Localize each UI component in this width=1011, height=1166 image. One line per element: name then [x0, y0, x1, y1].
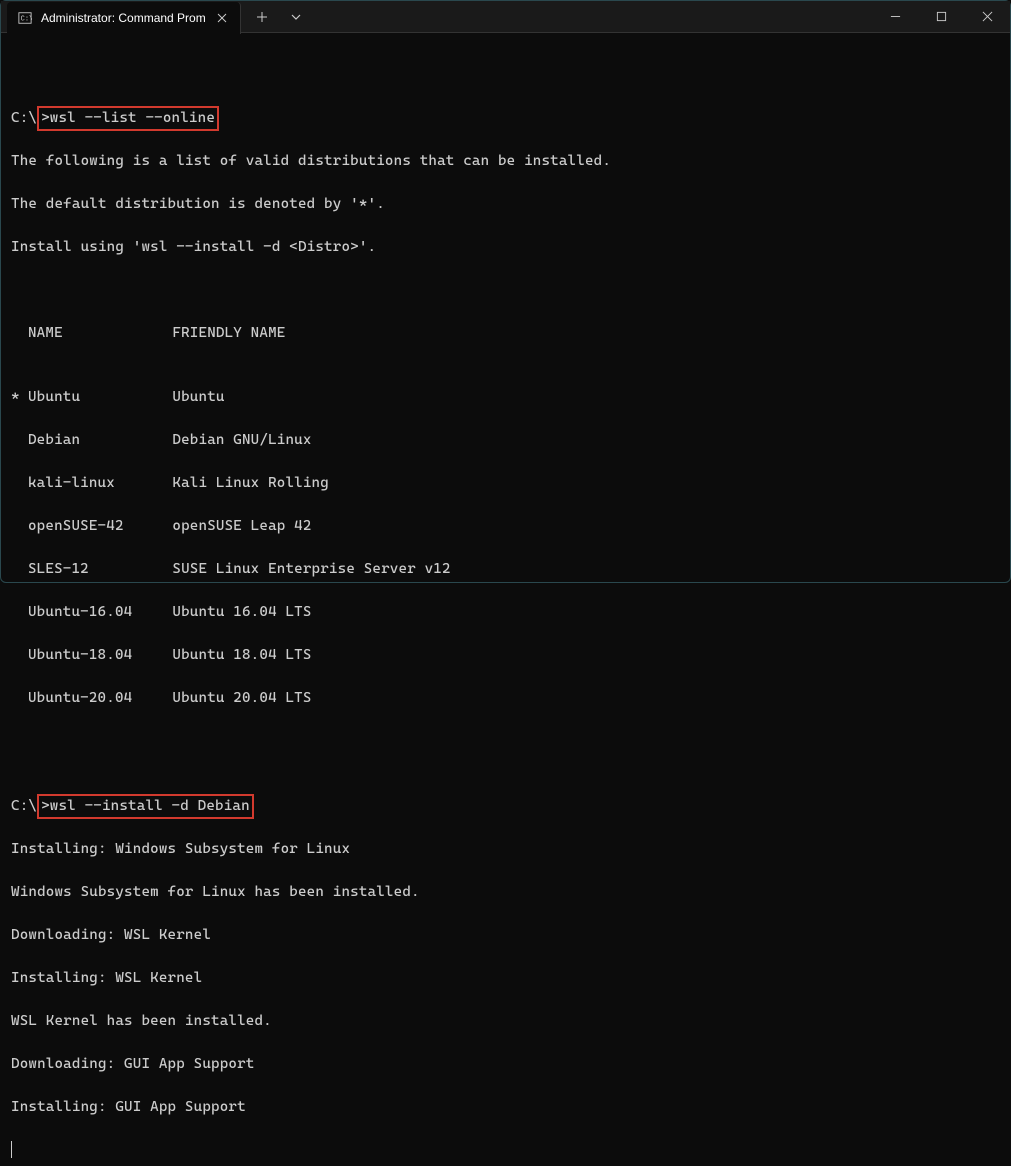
- output-line: [11, 753, 1000, 775]
- table-row: Ubuntu-20.04Ubuntu 20.04 LTS: [11, 688, 1000, 710]
- output-line: WSL Kernel has been installed.: [11, 1011, 1000, 1033]
- output-line: Installing: GUI App Support: [11, 1097, 1000, 1119]
- prompt-prefix: C:\: [11, 798, 37, 814]
- output-line: The following is a list of valid distrib…: [11, 151, 1000, 173]
- output-line: Install using 'wsl --install -d <Distro>…: [11, 237, 1000, 259]
- distro-table: * UbuntuUbuntu DebianDebian GNU/Linux ka…: [11, 366, 1000, 732]
- output-line: Downloading: WSL Kernel: [11, 925, 1000, 947]
- prompt-line: C:\>wsl --install -d Debian: [11, 796, 1000, 818]
- highlight-box: >wsl --install -d Debian: [37, 794, 254, 820]
- tab-cmd[interactable]: C:\ Administrator: Command Prom: [7, 2, 241, 34]
- output-line: Downloading: GUI App Support: [11, 1054, 1000, 1076]
- highlight-box: >wsl --list --online: [37, 106, 219, 132]
- terminal-content[interactable]: C:\>wsl --list --online The following is…: [1, 33, 1010, 1166]
- table-row: SLES-12SUSE Linux Enterprise Server v12: [11, 559, 1000, 581]
- output-line: [11, 280, 1000, 302]
- table-row: DebianDebian GNU/Linux: [11, 430, 1000, 452]
- new-tab-button[interactable]: [247, 3, 277, 31]
- cursor-line: [11, 1140, 1000, 1162]
- table-row: Ubuntu-16.04Ubuntu 16.04 LTS: [11, 602, 1000, 624]
- tab-title: Administrator: Command Prom: [41, 11, 206, 25]
- tabbar-actions: [241, 3, 311, 31]
- cmd-icon: C:\: [17, 10, 33, 26]
- titlebar: C:\ Administrator: Command Prom: [1, 1, 1010, 33]
- prompt-prefix: C:\: [11, 110, 37, 126]
- close-window-button[interactable]: [964, 1, 1010, 33]
- output-line: Installing: WSL Kernel: [11, 968, 1000, 990]
- output-line: The default distribution is denoted by '…: [11, 194, 1000, 216]
- window-controls: [872, 1, 1010, 33]
- tab-close-button[interactable]: [214, 10, 230, 26]
- svg-text:C:\: C:\: [21, 15, 32, 23]
- prompt-line: C:\>wsl --list --online: [11, 108, 1000, 130]
- table-row: openSUSE-42openSUSE Leap 42: [11, 516, 1000, 538]
- table-row: Ubuntu-18.04Ubuntu 18.04 LTS: [11, 645, 1000, 667]
- maximize-button[interactable]: [918, 1, 964, 33]
- output-line: [11, 65, 1000, 87]
- cursor-icon: [11, 1141, 12, 1158]
- table-row: kali-linuxKali Linux Rolling: [11, 473, 1000, 495]
- output-line: Windows Subsystem for Linux has been ins…: [11, 882, 1000, 904]
- minimize-button[interactable]: [872, 1, 918, 33]
- output-line: Installing: Windows Subsystem for Linux: [11, 839, 1000, 861]
- tab-dropdown-button[interactable]: [281, 3, 311, 31]
- table-row: * UbuntuUbuntu: [11, 387, 1000, 409]
- table-header: NAMEFRIENDLY NAME: [11, 323, 1000, 345]
